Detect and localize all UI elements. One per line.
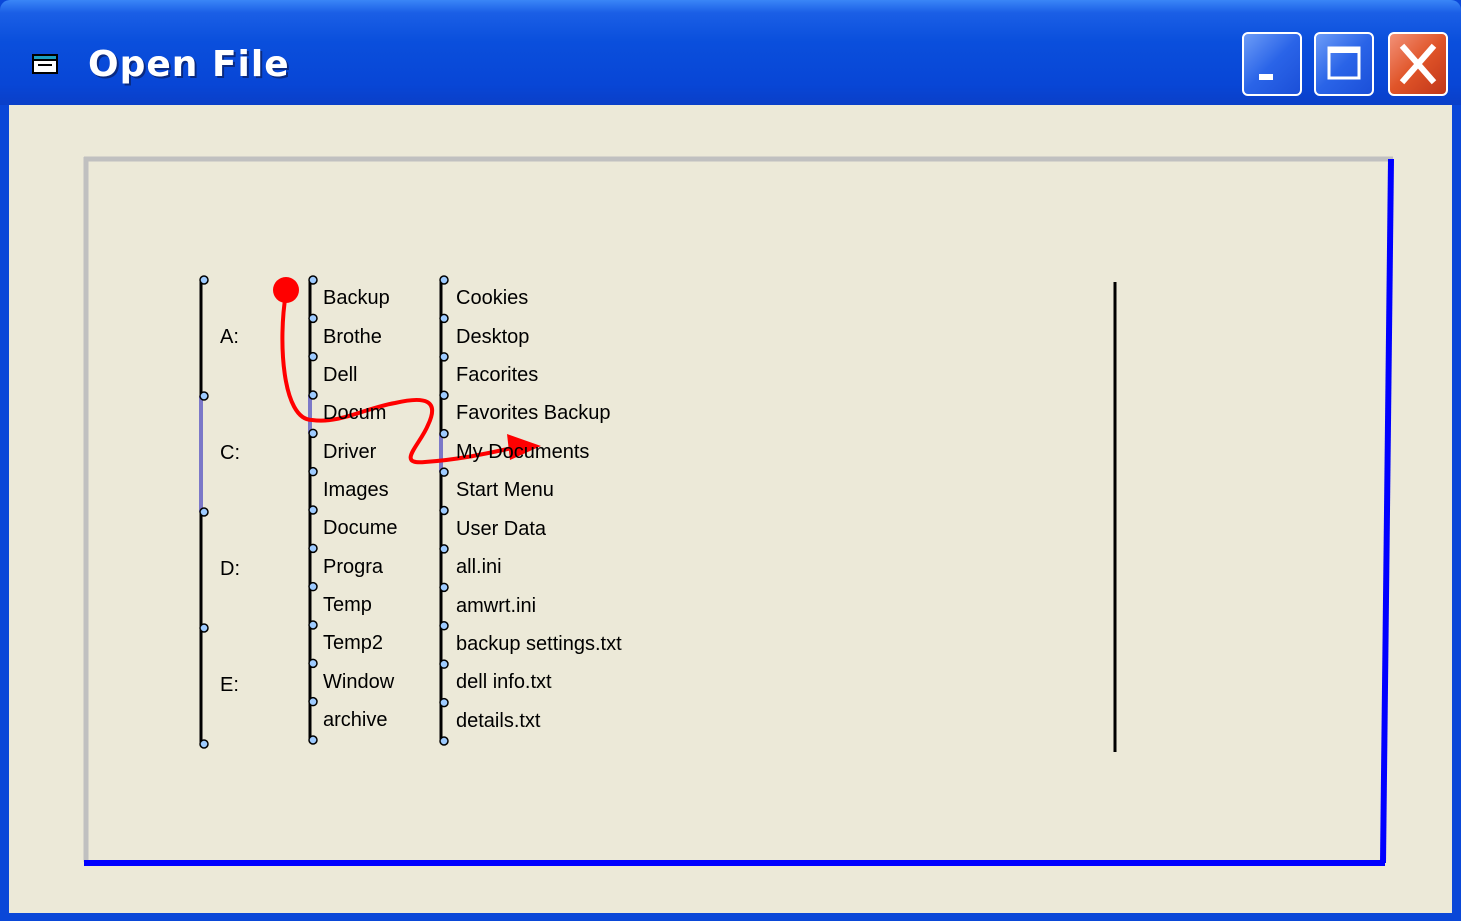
folders-item[interactable]: Progra [323,556,383,579]
files-item[interactable]: Cookies [456,287,528,310]
files-item[interactable]: Start Menu [456,479,554,502]
files-separator-node [439,621,449,631]
folders-separator-node [308,696,318,707]
files-separator-node [439,505,449,516]
folders-item[interactable]: Temp2 [323,632,383,655]
folders-item[interactable]: Driver [323,441,376,464]
folders-separator-node [308,313,318,324]
folders-item[interactable]: archive [323,709,387,732]
drives-separator-node [199,507,209,517]
folders-separator-node [308,620,318,630]
files-separator-node [439,352,449,362]
files-item[interactable]: backup settings.txt [456,633,622,656]
folders-separator-node [308,390,318,400]
files-separator-node [439,313,449,324]
folders-separator-node [308,658,318,669]
folders-item[interactable]: Images [323,479,389,502]
files-item[interactable]: dell info.txt [456,671,552,694]
folders-item[interactable]: Docum [323,402,386,425]
folders-item[interactable]: Dell [323,364,357,387]
drives-separator-node [199,275,209,285]
folders-item[interactable]: Temp [323,594,372,617]
folders-separator-node [308,735,318,745]
drives-item[interactable]: D: [220,558,240,581]
files-separator-node [439,697,449,708]
folders-separator-node [308,275,318,285]
files-separator-node [439,582,449,593]
files-list [439,275,449,746]
folders-separator-node [308,466,318,477]
drives-separator-node [199,391,209,401]
files-separator-node [439,544,449,554]
files-separator-node [439,275,449,285]
drives-separator-node [199,739,209,749]
folders-item[interactable]: Backup [323,287,390,310]
drives-item[interactable]: C: [220,442,240,465]
files-separator-node [439,659,449,669]
drives-item[interactable]: E: [220,674,239,697]
folders-item[interactable]: Window [323,671,394,694]
folders-list [308,275,318,745]
canvas-right-border [1380,158,1394,864]
folders-separator-node [308,543,318,554]
files-item[interactable]: all.ini [456,556,502,579]
files-separator-node [439,736,449,746]
files-item[interactable]: amwrt.ini [456,595,536,618]
folders-separator-node [308,351,318,362]
drives-separator-node [199,623,209,633]
files-separator-node [439,390,449,400]
files-item[interactable]: Facorites [456,364,538,387]
files-item[interactable]: Desktop [456,326,529,349]
folders-item[interactable]: Docume [323,517,397,540]
drives-list [199,275,209,749]
folders-separator-node [308,505,318,515]
files-item[interactable]: details.txt [456,710,540,733]
folders-item[interactable]: Brothe [323,326,382,349]
folders-separator-node [308,581,318,592]
files-separator-node [439,428,449,439]
gesture-start-dot [273,277,299,303]
files-item[interactable]: My Documents [456,441,589,464]
files-item[interactable]: Favorites Backup [456,402,611,425]
files-item[interactable]: User Data [456,518,546,541]
drives-item[interactable]: A: [220,326,239,349]
folders-separator-node [308,428,318,439]
files-separator-node [439,467,449,477]
